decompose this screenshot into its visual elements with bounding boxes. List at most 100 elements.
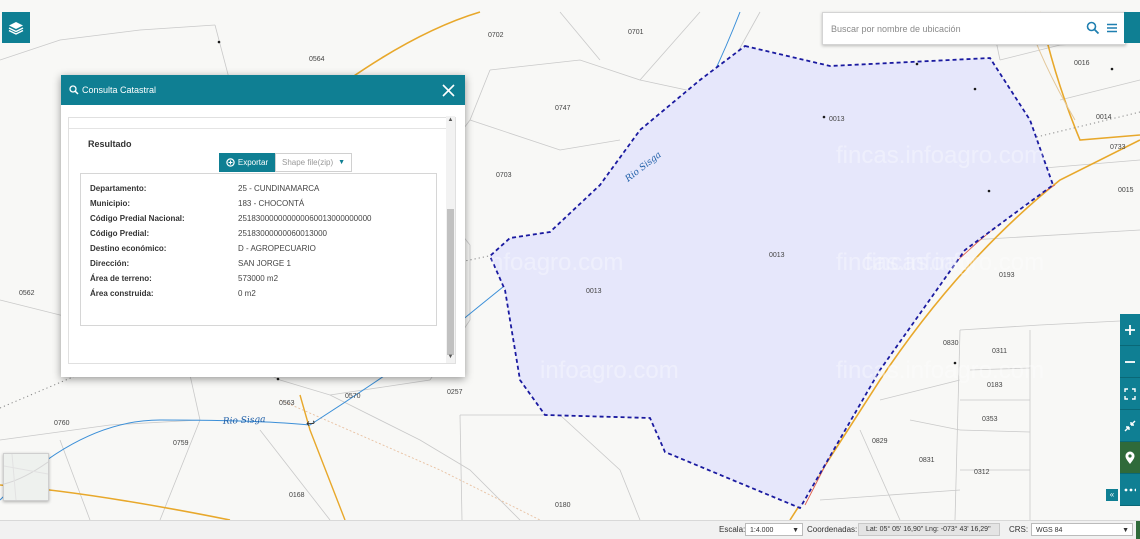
search-icon <box>69 85 79 95</box>
cadastral-query-dialog: Consulta Catastral ▲ ▼ Resultado Exporta… <box>61 75 465 377</box>
field-label: Departamento: <box>90 184 147 193</box>
location-pin-icon <box>1125 451 1135 464</box>
search-icon[interactable] <box>1086 21 1100 35</box>
format-select[interactable]: Shape file(zip) ▼ <box>275 153 352 172</box>
parcel-label: 0013 <box>586 288 602 295</box>
parcel-label: 0168 <box>289 492 305 499</box>
export-label: Exportar <box>237 158 269 167</box>
crs-select[interactable]: WGS 84 ▼ <box>1031 523 1133 536</box>
dialog-title: Consulta Catastral <box>82 85 157 95</box>
location-search-bar <box>822 12 1126 45</box>
scroll-thumb[interactable] <box>447 209 454 355</box>
parcel-label: 0831 <box>919 457 935 464</box>
fullscreen-button[interactable] <box>1120 378 1140 410</box>
field-value: 25183000000060013000 <box>238 229 327 238</box>
chevron-down-icon: ▼ <box>792 527 799 534</box>
parcel-label: 0562 <box>19 290 35 297</box>
field-label: Código Predial: <box>90 229 150 238</box>
coords-label: Coordenadas: <box>807 525 858 534</box>
location-button[interactable] <box>1120 442 1140 474</box>
parcel-label: 0830 <box>943 340 959 347</box>
location-search-input[interactable] <box>829 20 1085 38</box>
overview-minimap[interactable] <box>3 453 49 501</box>
coords-readout: Lat: 05° 05' 16,90" Lng: -073° 43' 16,29… <box>858 523 1000 536</box>
expand-icon <box>1124 387 1136 400</box>
crs-value: WGS 84 <box>1036 527 1063 534</box>
parcel-label: 0733 <box>1110 144 1126 151</box>
field-value: 251830000000000060013000000000 <box>238 214 372 223</box>
parcel-label: 0747 <box>555 105 571 112</box>
parcel-label: 0312 <box>974 469 990 476</box>
export-button[interactable]: Exportar <box>219 153 275 172</box>
scale-select[interactable]: 1:4.000 ▼ <box>745 523 803 536</box>
parcel-label: 0563 <box>279 400 295 407</box>
close-icon[interactable] <box>441 83 456 98</box>
field-label: Código Predial Nacional: <box>90 214 185 223</box>
chevron-down-icon: ▼ <box>1122 527 1129 534</box>
layers-button[interactable] <box>2 12 30 43</box>
more-icon <box>1124 488 1136 491</box>
field-value: 183 - CHOCONTÁ <box>238 199 305 208</box>
parcel-label: 0180 <box>555 502 571 509</box>
parcel-label: 0703 <box>496 172 512 179</box>
parcel-label: 0353 <box>982 416 998 423</box>
parcel-label: 0016 <box>1074 60 1090 67</box>
field-value: 25 - CUNDINAMARCA <box>238 184 320 193</box>
parcel-label: 0311 <box>992 348 1007 355</box>
watermark-text: fincas.info <box>865 249 973 276</box>
result-table: Departamento: 25 - CUNDINAMARCA Municipio… <box>80 173 437 326</box>
field-value: SAN JORGE 1 <box>238 259 291 268</box>
plus-icon <box>1125 324 1135 335</box>
field-value: 573000 m2 <box>238 274 279 283</box>
watermark-text: fincas.infoagro.com <box>836 142 1044 169</box>
parcel-label: 0760 <box>54 420 70 427</box>
crs-label: CRS: <box>1009 525 1029 534</box>
field-label: Área de terreno: <box>90 274 152 283</box>
export-icon <box>226 158 235 167</box>
double-chevron-left-icon: « <box>1109 490 1115 499</box>
result-heading: Resultado <box>88 139 132 149</box>
parcel-label: 0013 <box>829 116 845 123</box>
watermark-text: fincas.infoagro.com <box>836 357 1044 384</box>
parcel-label: 0701 <box>628 29 644 36</box>
parcel-label: 0570 <box>345 393 361 400</box>
status-bar: Escala: 1:4.000 ▼ Coordenadas: Lat: 05° 0… <box>0 520 1140 539</box>
format-select-value: Shape file(zip) <box>282 158 334 167</box>
parcel-label: 0829 <box>872 438 888 445</box>
field-label: Área construida: <box>90 289 154 298</box>
field-value: 0 m2 <box>238 289 256 298</box>
field-label: Dirección: <box>90 259 130 268</box>
parcel-label: 0015 <box>1118 187 1134 194</box>
shrink-icon <box>1124 420 1136 431</box>
watermark-text: infoagro.com <box>540 357 679 384</box>
side-panel-tab[interactable] <box>1124 12 1140 43</box>
parcel-label: 0013 <box>769 252 785 259</box>
scale-label: Escala: <box>719 525 746 534</box>
minimize-button[interactable] <box>1120 410 1140 442</box>
field-label: Municipio: <box>90 199 130 208</box>
dialog-scrollbar[interactable]: ▲ ▼ <box>446 116 455 363</box>
layers-icon <box>8 21 24 35</box>
zoom-out-button[interactable] <box>1120 346 1140 378</box>
dialog-header[interactable]: Consulta Catastral <box>61 75 465 105</box>
field-value: D - AGROPECUARIO <box>238 244 316 253</box>
map-controls <box>1120 314 1140 506</box>
field-label: Destino económico: <box>90 244 167 253</box>
parcel-label: 0564 <box>309 56 325 63</box>
parcel-label: 0257 <box>447 389 463 396</box>
scroll-down-arrow[interactable]: ▼ <box>447 354 454 360</box>
scroll-up-arrow[interactable]: ▲ <box>447 117 454 123</box>
zoom-in-button[interactable] <box>1120 314 1140 346</box>
chevron-down-icon: ▼ <box>338 159 345 166</box>
parcel-label: 0759 <box>173 440 189 447</box>
parcel-label: 0014 <box>1096 114 1112 121</box>
minus-icon <box>1125 360 1135 363</box>
scale-value: 1:4.000 <box>750 527 774 534</box>
parcel-label: 0702 <box>488 32 504 39</box>
watermark-text: nfoagro.com <box>490 249 623 276</box>
svg-text:↩: ↩ <box>306 417 315 430</box>
menu-icon[interactable] <box>1105 21 1119 35</box>
more-options-button[interactable] <box>1120 474 1140 506</box>
collapse-panel-button[interactable]: « <box>1106 489 1118 501</box>
status-accent <box>1136 521 1140 539</box>
